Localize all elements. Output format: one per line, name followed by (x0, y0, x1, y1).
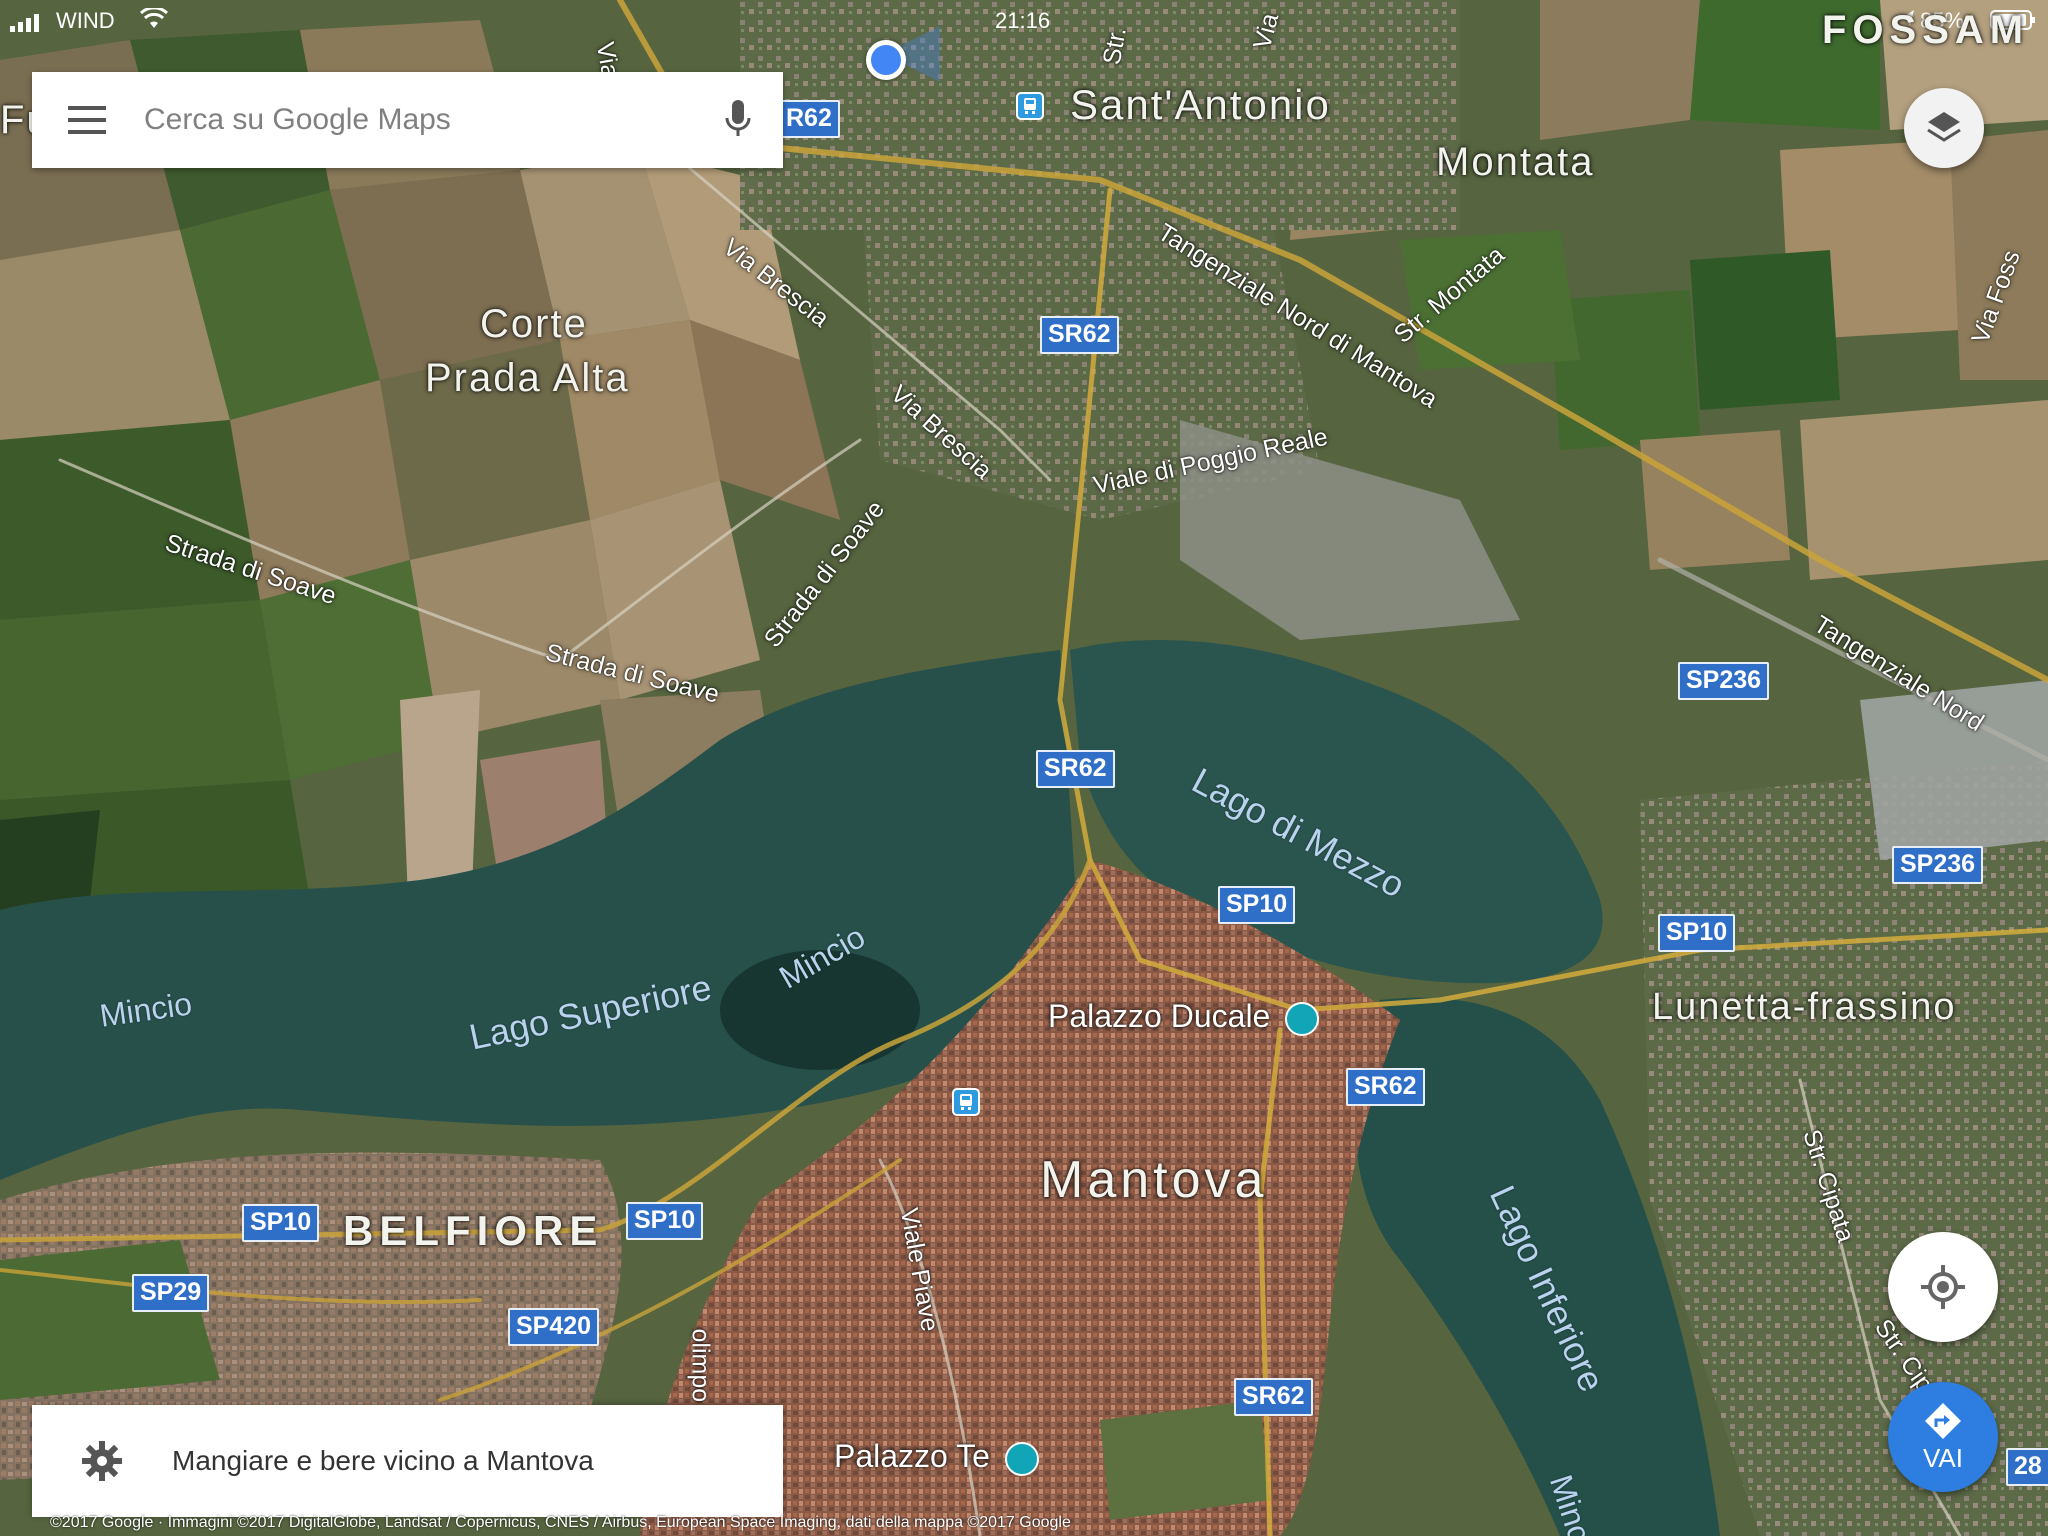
poi-palazzo-te[interactable]: Palazzo Te (834, 1440, 1039, 1476)
place-label-corte[interactable]: Corte (480, 304, 588, 344)
poi-palazzo-ducale[interactable]: Palazzo Ducale (1048, 998, 1320, 1036)
layers-icon (1927, 112, 1961, 142)
layers-button[interactable] (1904, 88, 1984, 168)
road-shield-sr62: SR62 (1036, 750, 1115, 788)
place-label-fossamana[interactable]: FOSSAM (1822, 10, 2029, 50)
road-shield-sr62: R62 (778, 100, 840, 138)
road-shield-sp10: SP10 (242, 1204, 320, 1242)
place-label-mantova[interactable]: Mantova (1040, 1154, 1267, 1206)
search-bar (32, 72, 783, 168)
search-input[interactable] (142, 102, 693, 138)
place-label-prada-alta[interactable]: Prada Alta (425, 358, 630, 398)
road-shield-sr62: SR62 (1346, 1068, 1425, 1106)
road-shield-sp10: SP10 (626, 1202, 704, 1240)
road-shield-sp10: SP10 (1658, 914, 1736, 952)
place-label-lunetta[interactable]: Lunetta-frassino (1652, 988, 1957, 1026)
signal-icon (10, 12, 48, 38)
my-location-button[interactable] (1888, 1232, 1998, 1342)
poi-label: Palazzo Ducale (1048, 998, 1271, 1034)
landmark-icon (1285, 1001, 1320, 1036)
crosshair-icon (1921, 1265, 1965, 1309)
place-label-belfiore[interactable]: BELFIORE (343, 1210, 603, 1252)
road-shield-sr62: SR62 (1234, 1378, 1313, 1416)
street-label-str-top[interactable]: Str. (1098, 25, 1132, 67)
train-station-icon[interactable] (952, 1088, 980, 1116)
green-mantova-south (1100, 1400, 1270, 1520)
carrier-name: WIND (56, 8, 115, 33)
landmark-icon (1004, 1441, 1039, 1476)
place-label-sant-antonio[interactable]: Sant'Antonio (1070, 84, 1331, 126)
road-shield-sr62: SR62 (1040, 316, 1119, 354)
microphone-icon (725, 100, 751, 136)
hamburger-icon (68, 106, 106, 134)
wifi-icon (139, 6, 169, 36)
location-dot (866, 40, 906, 80)
current-location-marker[interactable] (860, 26, 940, 86)
map-attribution: ©2017 Google · Immagini ©2017 DigitalGlo… (50, 1514, 1071, 1531)
map-terrain (0, 0, 2048, 1536)
poi-label: Palazzo Te (834, 1438, 990, 1474)
directions-icon (1925, 1402, 1961, 1439)
place-label-montata[interactable]: Montata (1436, 142, 1595, 182)
train-station-icon[interactable] (1016, 92, 1044, 120)
menu-button[interactable] (32, 72, 142, 168)
satellite-map[interactable]: WIND 21:16 85% Sant'Antonio Montata Cort… (0, 0, 2048, 1536)
road-shield-sp10: SP10 (1218, 886, 1296, 924)
explore-nearby-label: Mangiare e bere vicino a Mantova (172, 1445, 594, 1476)
explore-nearby-card[interactable]: Mangiare e bere vicino a Mantova (32, 1405, 783, 1517)
road-shield-28: 28 (2006, 1448, 2048, 1486)
clock: 21:16 (995, 8, 1051, 33)
status-bar: WIND 21:16 85% (0, 0, 2048, 40)
road-shield-sp420: SP420 (508, 1308, 600, 1346)
road-shield-sp236: SP236 (1678, 662, 1770, 700)
street-label-olimpo[interactable]: olimpo (687, 1329, 715, 1403)
road-shield-sp29: SP29 (132, 1274, 210, 1312)
navigate-label: VAI (1923, 1442, 1963, 1473)
navigate-button[interactable]: VAI (1888, 1382, 1998, 1492)
road-shield-sp236: SP236 (1892, 846, 1984, 884)
voice-search-button[interactable] (693, 72, 783, 168)
settings-button[interactable] (32, 1405, 172, 1517)
gear-icon (82, 1441, 122, 1481)
